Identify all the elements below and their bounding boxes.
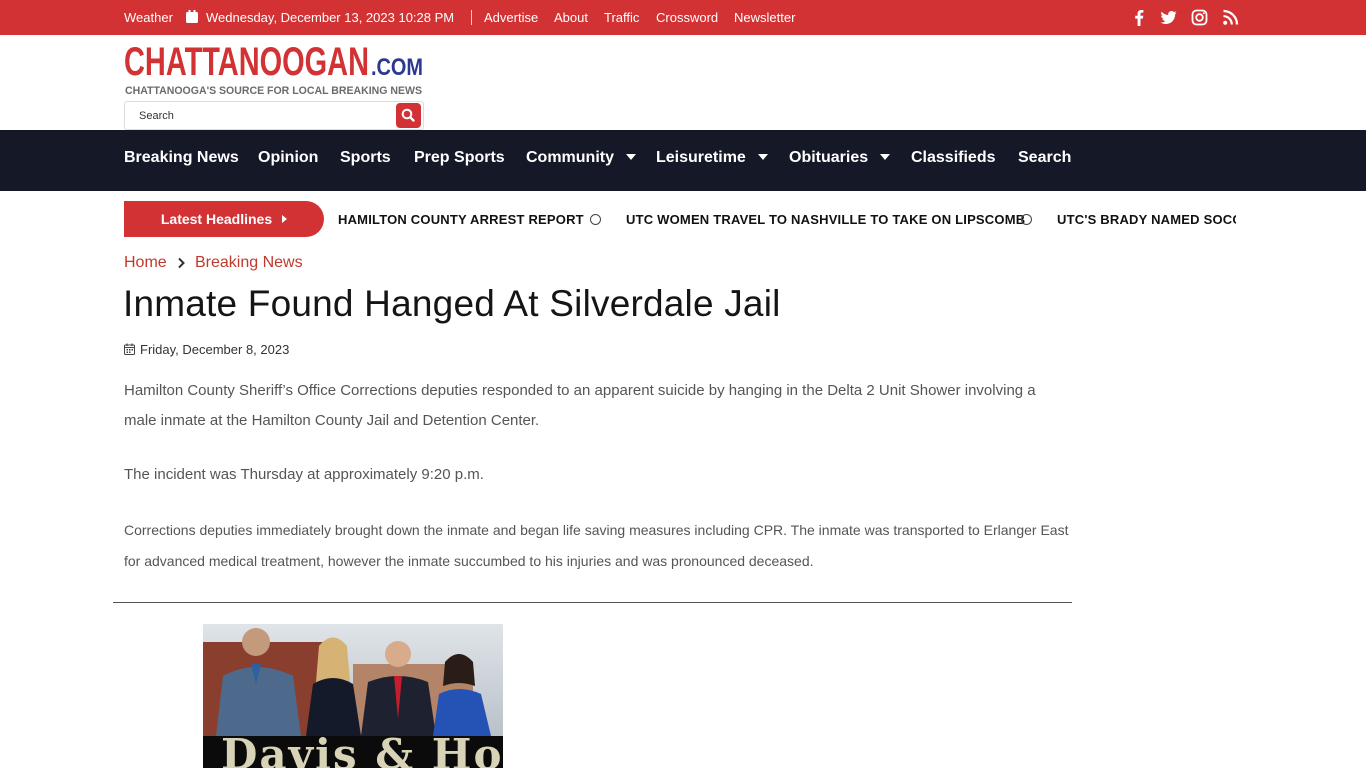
calendar-icon: [186, 10, 198, 23]
nav-prep-sports[interactable]: Prep Sports: [414, 130, 505, 191]
header-search: [124, 101, 424, 130]
weather-link[interactable]: Weather: [124, 0, 173, 35]
ticker-headline[interactable]: UTC WOMEN TRAVEL TO NASHVILLE TO TAKE ON…: [626, 212, 1025, 227]
nav-classifieds[interactable]: Classifieds: [911, 130, 995, 191]
nav-search[interactable]: Search: [1018, 130, 1071, 191]
content-divider: [113, 602, 1072, 603]
advertise-link[interactable]: Advertise: [484, 0, 538, 35]
ticker-headline[interactable]: UTC'S BRADY NAMED SOCON: [1057, 212, 1236, 227]
logo-suffix: .COM: [371, 54, 423, 81]
rss-icon[interactable]: [1222, 9, 1239, 26]
nav-label: Sports: [340, 149, 391, 166]
top-bar: Weather Wednesday, December 13, 2023 10:…: [0, 0, 1366, 35]
nav-obituaries[interactable]: Obituaries: [789, 130, 891, 191]
divider: [471, 10, 472, 25]
about-link[interactable]: About: [554, 0, 588, 35]
nav-label: Search: [1018, 149, 1072, 166]
latest-headlines-label: Latest Headlines: [160, 211, 273, 227]
nav-opinion[interactable]: Opinion: [258, 130, 318, 191]
article-paragraph: Corrections deputies immediately brought…: [124, 522, 1069, 569]
traffic-link[interactable]: Traffic: [604, 0, 639, 35]
breadcrumb-section[interactable]: Breaking News: [195, 254, 303, 272]
facebook-icon[interactable]: [1131, 9, 1148, 26]
nav-label: Opinion: [258, 149, 319, 166]
current-datetime: Wednesday, December 13, 2023 10:28 PM: [206, 10, 455, 25]
article-paragraph: Hamilton County Sheriff’s Office Correct…: [124, 382, 1036, 429]
caret-down-icon: [757, 154, 768, 160]
nav-label: Community: [526, 149, 614, 166]
instagram-icon[interactable]: [1191, 9, 1208, 26]
site-logo[interactable]: CHATTANOOGAN .COM CHATTANOOGA'S SOURCE F…: [124, 38, 424, 100]
ticker-headline[interactable]: HAMILTON COUNTY ARREST REPORT: [338, 212, 584, 227]
ad-text: Davis & Hoss: [221, 730, 503, 768]
nav-label: Leisuretime: [656, 149, 746, 166]
nav-label: Classifieds: [911, 149, 996, 166]
logo-main: CHATTANOOGAN: [124, 40, 369, 84]
main-nav: Breaking News Opinion Sports Prep Sports…: [0, 130, 1366, 191]
caret-down-icon: [626, 154, 636, 160]
latest-headlines-button[interactable]: Latest Headlines: [124, 201, 324, 237]
crossword-link[interactable]: Crossword: [656, 0, 718, 35]
search-icon: [401, 108, 415, 122]
logo-tagline: CHATTANOOGA'S SOURCE FOR LOCAL BREAKING …: [125, 85, 422, 97]
caret-down-icon: [880, 154, 891, 160]
breadcrumb-home[interactable]: Home: [124, 254, 167, 272]
advertisement-banner[interactable]: Davis & Hoss: [203, 624, 503, 768]
calendar-icon: [124, 343, 135, 355]
circle-bullet-icon: [590, 214, 601, 225]
article-title: Inmate Found Hanged At Silverdale Jail: [123, 283, 781, 324]
nav-label: Obituaries: [789, 149, 869, 166]
article-date: Friday, December 8, 2023: [140, 342, 290, 357]
twitter-icon[interactable]: [1160, 9, 1177, 26]
ad-people-photo: [216, 628, 491, 736]
caret-right-icon: [282, 215, 288, 223]
nav-community[interactable]: Community: [526, 130, 636, 191]
nav-leisuretime[interactable]: Leisuretime: [656, 130, 768, 191]
nav-sports[interactable]: Sports: [340, 130, 391, 191]
nav-label: Breaking News: [124, 149, 239, 166]
chevron-right-icon: [178, 257, 185, 269]
nav-breaking-news[interactable]: Breaking News: [124, 130, 239, 191]
article-paragraph: The incident was Thursday at approximate…: [124, 466, 484, 483]
newsletter-link[interactable]: Newsletter: [734, 0, 795, 35]
nav-label: Prep Sports: [414, 149, 505, 166]
search-input[interactable]: [125, 102, 395, 129]
circle-bullet-icon: [1021, 214, 1032, 225]
search-button[interactable]: [396, 103, 421, 128]
